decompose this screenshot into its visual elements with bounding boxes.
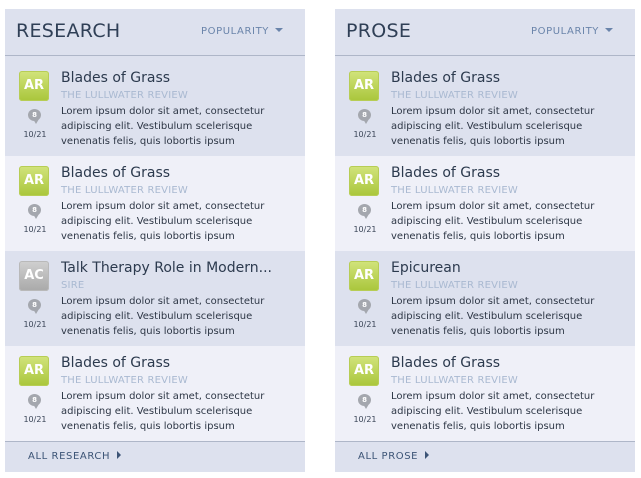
- item-date: 10/21: [353, 415, 377, 424]
- item-excerpt: Lorem ipsum dolor sit amet, consectetur …: [391, 391, 595, 432]
- comment-count-icon[interactable]: 8: [28, 299, 41, 314]
- list-item[interactable]: AR 8 10/21 Blades of Grass THE LULLWATER…: [335, 156, 635, 251]
- item-date: 10/21: [353, 130, 377, 139]
- list-item[interactable]: AC 8 10/21 Talk Therapy Role in Modern..…: [5, 251, 305, 346]
- author-badge: AR: [349, 71, 379, 101]
- item-title[interactable]: Blades of Grass: [391, 165, 627, 181]
- chevron-down-icon: [275, 28, 283, 32]
- item-title[interactable]: Blades of Grass: [61, 70, 297, 86]
- item-excerpt: Lorem ipsum dolor sit amet, consectetur …: [61, 296, 265, 337]
- list-item[interactable]: AR 8 10/21 Blades of Grass THE LULLWATER…: [5, 156, 305, 251]
- research-panel: RESEARCH POPULARITY AR 8 10/21 Blades of…: [5, 9, 305, 472]
- item-title[interactable]: Epicurean: [391, 260, 627, 276]
- item-title[interactable]: Blades of Grass: [391, 70, 627, 86]
- item-title[interactable]: Blades of Grass: [61, 355, 297, 371]
- item-date: 10/21: [23, 320, 47, 329]
- comment-count-icon[interactable]: 8: [358, 394, 371, 409]
- panel-footer: ALL PROSE: [335, 441, 635, 473]
- list-item[interactable]: AR 8 10/21 Blades of Grass THE LULLWATER…: [335, 346, 635, 441]
- item-source[interactable]: THE LULLWATER REVIEW: [61, 90, 188, 101]
- item-excerpt: Lorem ipsum dolor sit amet, consectetur …: [61, 201, 265, 242]
- item-list: AR 8 10/21 Blades of Grass THE LULLWATER…: [5, 61, 305, 441]
- item-source[interactable]: THE LULLWATER REVIEW: [391, 280, 518, 291]
- comment-count-icon[interactable]: 8: [358, 109, 371, 124]
- comment-count-icon[interactable]: 8: [28, 394, 41, 409]
- list-item[interactable]: AR 8 10/21 Epicurean THE LULLWATER REVIE…: [335, 251, 635, 346]
- panel-header: RESEARCH POPULARITY: [5, 9, 305, 56]
- panel-title: RESEARCH: [16, 20, 121, 42]
- item-source[interactable]: THE LULLWATER REVIEW: [391, 90, 518, 101]
- sort-label: POPULARITY: [200, 26, 269, 37]
- item-excerpt: Lorem ipsum dolor sit amet, consectetur …: [391, 106, 595, 147]
- item-date: 10/21: [23, 130, 47, 139]
- item-excerpt: Lorem ipsum dolor sit amet, consectetur …: [391, 296, 595, 337]
- panel-footer: ALL RESEARCH: [5, 441, 305, 473]
- chevron-right-icon: [425, 451, 430, 459]
- item-date: 10/21: [23, 225, 47, 234]
- item-source[interactable]: THE LULLWATER REVIEW: [391, 185, 518, 196]
- item-date: 10/21: [353, 225, 377, 234]
- item-title[interactable]: Blades of Grass: [61, 165, 297, 181]
- comment-count-icon[interactable]: 8: [358, 299, 371, 314]
- all-link-label: ALL RESEARCH: [28, 451, 111, 462]
- chevron-right-icon: [117, 451, 122, 459]
- item-date: 10/21: [23, 415, 47, 424]
- comment-count-icon[interactable]: 8: [358, 204, 371, 219]
- item-source[interactable]: THE LULLWATER REVIEW: [61, 375, 188, 386]
- panel-title: PROSE: [346, 20, 412, 42]
- item-excerpt: Lorem ipsum dolor sit amet, consectetur …: [61, 391, 265, 432]
- item-source[interactable]: THE LULLWATER REVIEW: [61, 185, 188, 196]
- author-badge: AR: [349, 356, 379, 386]
- author-badge: AR: [19, 356, 49, 386]
- item-source[interactable]: THE LULLWATER REVIEW: [391, 375, 518, 386]
- item-list: AR 8 10/21 Blades of Grass THE LULLWATER…: [335, 61, 635, 441]
- panel-header: PROSE POPULARITY: [335, 9, 635, 56]
- item-excerpt: Lorem ipsum dolor sit amet, consectetur …: [391, 201, 595, 242]
- prose-panel: PROSE POPULARITY AR 8 10/21 Blades of Gr…: [335, 9, 635, 472]
- sort-dropdown[interactable]: POPULARITY: [201, 26, 283, 37]
- all-research-link[interactable]: ALL RESEARCH: [28, 451, 122, 462]
- list-item[interactable]: AR 8 10/21 Blades of Grass THE LULLWATER…: [335, 61, 635, 156]
- author-badge: AC: [19, 261, 49, 291]
- sort-dropdown[interactable]: POPULARITY: [531, 26, 613, 37]
- author-badge: AR: [19, 71, 49, 101]
- item-date: 10/21: [353, 320, 377, 329]
- list-item[interactable]: AR 8 10/21 Blades of Grass THE LULLWATER…: [5, 61, 305, 156]
- item-source[interactable]: SIRE: [61, 280, 84, 291]
- author-badge: AR: [349, 261, 379, 291]
- item-title[interactable]: Talk Therapy Role in Modern...: [61, 260, 297, 276]
- author-badge: AR: [349, 166, 379, 196]
- sort-label: POPULARITY: [530, 26, 599, 37]
- author-badge: AR: [19, 166, 49, 196]
- chevron-down-icon: [605, 28, 613, 32]
- all-link-label: ALL PROSE: [358, 451, 419, 462]
- comment-count-icon[interactable]: 8: [28, 109, 41, 124]
- all-prose-link[interactable]: ALL PROSE: [358, 451, 430, 462]
- comment-count-icon[interactable]: 8: [28, 204, 41, 219]
- list-item[interactable]: AR 8 10/21 Blades of Grass THE LULLWATER…: [5, 346, 305, 441]
- item-title[interactable]: Blades of Grass: [391, 355, 627, 371]
- item-excerpt: Lorem ipsum dolor sit amet, consectetur …: [61, 106, 265, 147]
